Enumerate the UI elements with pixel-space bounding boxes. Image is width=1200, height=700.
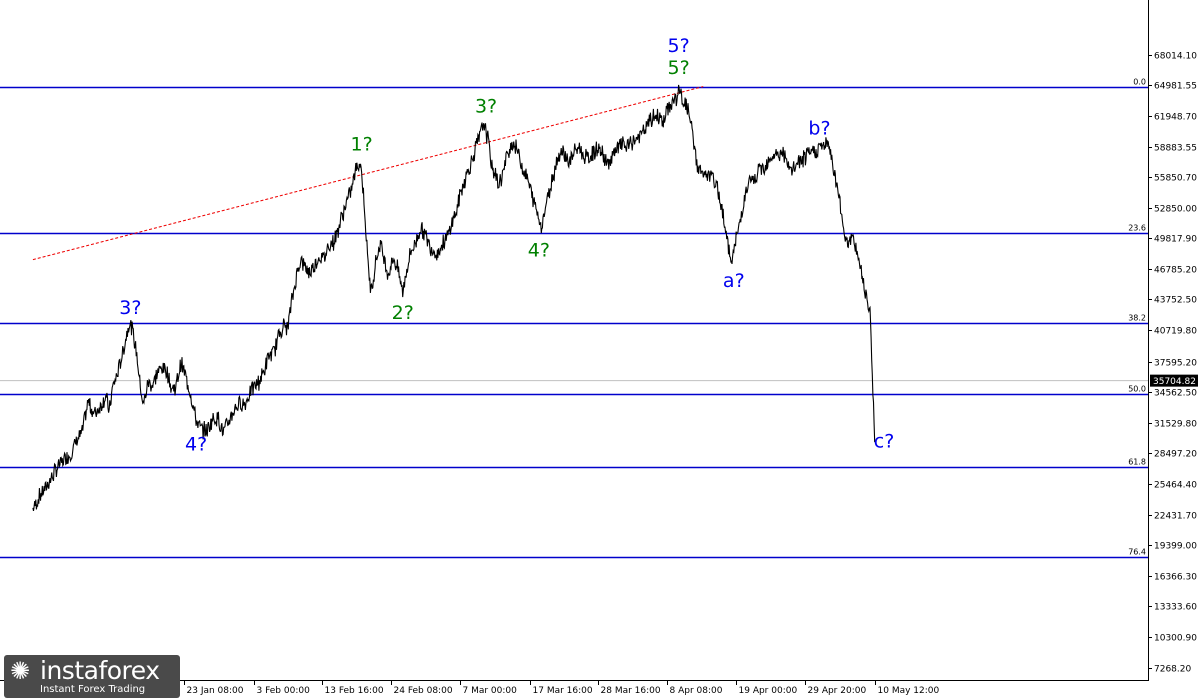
x-tick-label-7: 17 Mar 16:00 — [533, 686, 593, 696]
wave-label-7: 2? — [392, 302, 414, 324]
x-tick-label-12: 10 May 12:00 — [878, 686, 940, 696]
x-tick-label-10: 19 Apr 00:00 — [739, 686, 798, 696]
x-tick-label-9: 8 Apr 08:00 — [670, 686, 723, 696]
y-tick-label-18: 13333.60 — [1154, 603, 1197, 613]
wave-label-2: 3? — [475, 95, 497, 117]
y-tick-label-12: 31529.80 — [1154, 420, 1197, 430]
y-tick-label-14: 25464.40 — [1154, 481, 1197, 491]
wave-label-0: 5? — [668, 35, 690, 57]
wave-label-1: 5? — [668, 57, 690, 79]
x-tick-label-5: 24 Feb 08:00 — [394, 686, 453, 696]
y-tick-label-0: 68014.10 — [1154, 52, 1197, 62]
logo-name: instaforex — [40, 656, 160, 685]
wave-label-10: c? — [874, 430, 895, 452]
y-tick-label-17: 16366.30 — [1154, 573, 1197, 583]
x-tick-label-6: 7 Mar 00:00 — [463, 686, 518, 696]
chart-background — [0, 0, 1200, 700]
fib-label-5: 76.4 — [1128, 548, 1146, 557]
y-tick-label-2: 61948.70 — [1154, 113, 1197, 123]
y-tick-label-20: 7268.20 — [1154, 665, 1191, 675]
y-tick-label-1: 64981.55 — [1154, 82, 1197, 92]
y-tick-label-6: 49817.90 — [1154, 235, 1197, 245]
instaforex-logo: ✺ instaforex Instant Forex Trading — [4, 655, 180, 698]
y-tick-label-16: 19399.00 — [1154, 542, 1197, 552]
x-tick-label-4: 13 Feb 16:00 — [325, 686, 384, 696]
y-tick-label-11: 34562.50 — [1154, 389, 1197, 399]
wave-label-6: 4? — [528, 240, 550, 262]
y-tick-label-9: 40719.80 — [1154, 327, 1197, 337]
current-price-label: 35704.82 — [1153, 377, 1196, 387]
x-tick-label-8: 28 Mar 16:00 — [601, 686, 661, 696]
fib-label-4: 61.8 — [1128, 458, 1146, 467]
y-tick-label-8: 43752.50 — [1154, 296, 1197, 306]
x-tick-label-11: 29 Apr 20:00 — [808, 686, 867, 696]
x-tick-label-2: 23 Jan 08:00 — [187, 686, 244, 696]
wave-label-5: 3? — [119, 297, 141, 319]
wave-label-8: a? — [723, 270, 745, 292]
y-tick-label-10: 37595.20 — [1154, 359, 1197, 369]
logo-tagline: Instant Forex Trading — [40, 684, 146, 695]
y-tick-label-5: 52850.00 — [1154, 205, 1197, 215]
fib-label-1: 23.6 — [1128, 224, 1146, 233]
fib-label-0: 0.0 — [1133, 78, 1146, 87]
wave-label-3: 1? — [351, 134, 373, 156]
y-tick-label-3: 58883.55 — [1154, 144, 1197, 154]
y-tick-label-15: 22431.70 — [1154, 512, 1197, 522]
price-chart: 0.0 23.6 38.2 50.0 61.8 76.4 5?5? 3? 1? b? 3? 4? 2?… — [0, 0, 1200, 700]
y-tick-label-19: 10300.90 — [1154, 634, 1197, 644]
wave-label-9: 4? — [185, 433, 207, 455]
wave-label-4: b? — [808, 117, 830, 139]
fib-label-3: 50.0 — [1128, 385, 1146, 394]
y-tick-label-13: 28497.20 — [1154, 450, 1197, 460]
y-tick-label-4: 55850.70 — [1154, 174, 1197, 184]
x-tick-label-3: 3 Feb 00:00 — [257, 686, 311, 696]
y-tick-label-7: 46785.20 — [1154, 266, 1197, 276]
fib-label-2: 38.2 — [1128, 314, 1146, 323]
spark-logo-icon: ✺ — [10, 657, 31, 685]
